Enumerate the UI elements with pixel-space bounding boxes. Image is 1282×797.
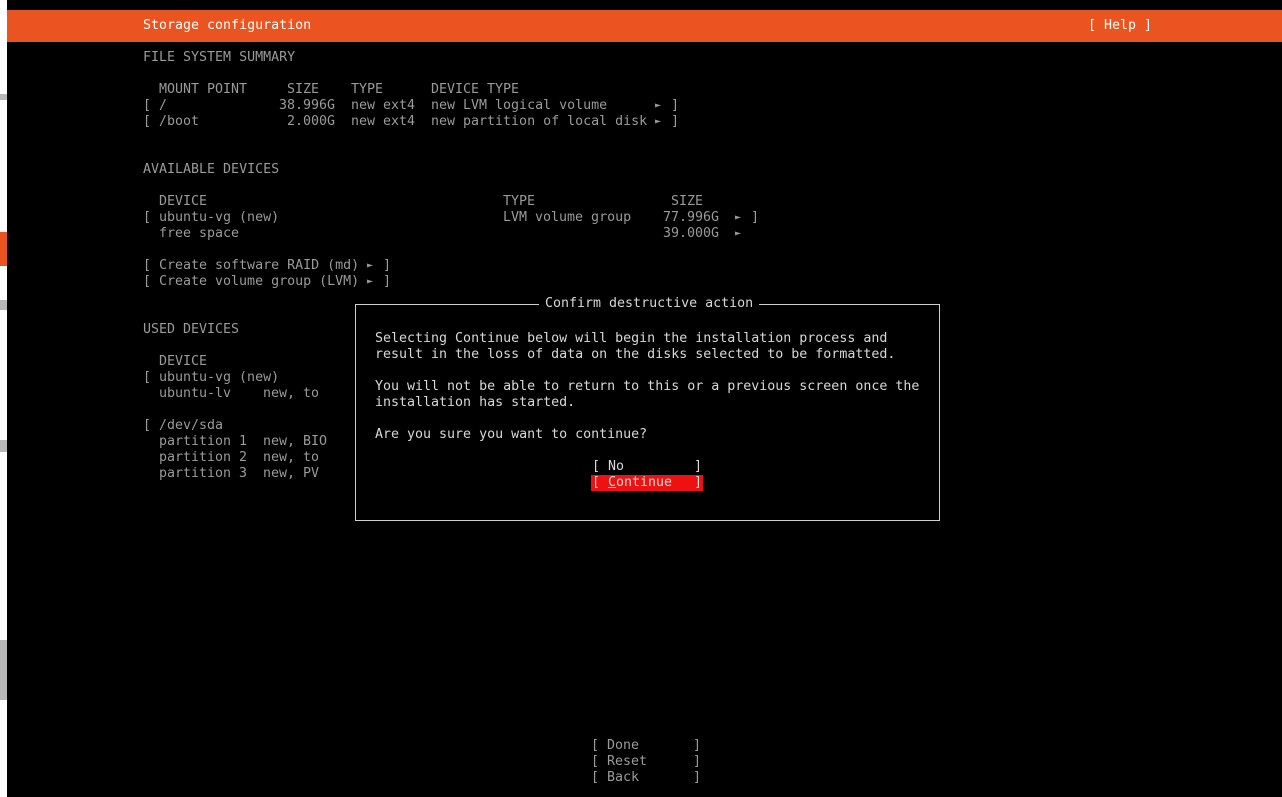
used-child-name: partition 3 [159, 466, 248, 481]
host-window-edge [0, 0, 7, 797]
button-open-bracket: [ [591, 770, 600, 785]
host-edge-mark [0, 440, 7, 452]
row-close-bracket: ] [383, 274, 392, 289]
host-edge-mark [0, 640, 7, 700]
fs-device-type: new LVM logical volume [431, 98, 608, 113]
done-button-label: Done [607, 738, 640, 753]
avail-col-type: TYPE [503, 194, 536, 209]
used-child-name: partition 2 [159, 450, 248, 465]
avail-device: free space [159, 226, 240, 241]
back-button-label: Back [607, 770, 640, 785]
used-child-info: new, PV [263, 466, 320, 481]
used-device: /dev/sda [159, 418, 224, 433]
button-close-bracket: ] [693, 770, 702, 785]
create-vg-label: Create volume group (LVM) [159, 274, 360, 289]
used-device: ubuntu-vg (new) [159, 370, 280, 385]
continue-button[interactable]: [ C ontinue ] [591, 475, 703, 491]
used-child-name: partition 1 [159, 434, 248, 449]
fs-mount: / [159, 98, 168, 113]
terminal-screen: Storage configuration [ Help ] FILE SYST… [7, 9, 1282, 797]
button-open-bracket: [ [591, 738, 600, 753]
fs-summary-heading: FILE SYSTEM SUMMARY [143, 50, 296, 65]
available-heading: AVAILABLE DEVICES [143, 162, 280, 177]
fs-type: new ext4 [351, 98, 416, 113]
continue-hotkey: C [608, 475, 617, 490]
fs-type: new ext4 [351, 114, 416, 129]
fs-device-type: new partition of local disk [431, 114, 648, 129]
used-child-name: ubuntu-lv [159, 386, 232, 401]
row-arrow-icon: ► [735, 212, 742, 223]
dialog-title: Confirm destructive action [539, 296, 760, 312]
used-child-info: new, to [263, 386, 320, 401]
fs-size: 38.996G [279, 98, 336, 113]
avail-col-size: SIZE [671, 194, 704, 209]
fs-col-size: SIZE [287, 82, 320, 97]
fs-size: 2.000G [287, 114, 336, 129]
dialog-text-line: Selecting Continue below will begin the … [375, 331, 888, 346]
host-edge-accent [0, 232, 7, 266]
used-child-info: new, BIO [263, 434, 328, 449]
button-open-bracket: [ [592, 459, 601, 474]
button-close-bracket: ] [693, 754, 702, 769]
button-open-bracket: [ [591, 754, 600, 769]
fs-col-mount: MOUNT POINT [159, 82, 248, 97]
used-col-device: DEVICE [159, 354, 208, 369]
row-open-bracket: [ [143, 98, 152, 113]
dialog-text-line: installation has started. [375, 395, 576, 410]
create-raid-label: Create software RAID (md) [159, 258, 360, 273]
row-close-bracket: ] [383, 258, 392, 273]
button-close-bracket: ] [693, 738, 702, 753]
fs-mount: /boot [159, 114, 200, 129]
fs-col-device-type: DEVICE TYPE [431, 82, 520, 97]
dialog-text-line: result in the loss of data on the disks … [375, 347, 896, 362]
confirm-dialog: Confirm destructive action Selecting Con… [355, 296, 940, 521]
dialog-text-line: You will not be able to return to this o… [375, 379, 920, 394]
host-edge-mark [0, 300, 7, 310]
no-button-label: No [608, 459, 625, 474]
row-open-bracket: [ [143, 210, 152, 225]
row-arrow-icon: ► [367, 276, 374, 287]
button-close-bracket: ] [694, 459, 703, 474]
avail-size: 77.996G [663, 210, 720, 225]
help-button[interactable]: [ Help ] [1088, 18, 1152, 34]
avail-col-device: DEVICE [159, 194, 208, 209]
row-close-bracket: ] [671, 98, 680, 113]
row-arrow-icon: ► [367, 260, 374, 271]
button-close-bracket: ] [694, 475, 703, 490]
avail-size: 39.000G [663, 226, 720, 241]
row-open-bracket: [ [143, 274, 152, 289]
row-open-bracket: [ [143, 258, 152, 273]
row-open-bracket: [ [143, 114, 152, 129]
terminal-top-border [7, 0, 1282, 9]
reset-button-label: Reset [607, 754, 648, 769]
used-heading: USED DEVICES [143, 322, 240, 337]
page-title: Storage configuration [143, 18, 312, 33]
dialog-question: Are you sure you want to continue? [375, 427, 648, 442]
row-open-bracket: [ [143, 418, 152, 433]
row-close-bracket: ] [671, 114, 680, 129]
row-open-bracket: [ [143, 370, 152, 385]
avail-device: ubuntu-vg (new) [159, 210, 280, 225]
host-edge-mark [0, 94, 7, 100]
continue-button-label: ontinue [616, 475, 673, 490]
row-arrow-icon: ► [655, 100, 662, 111]
header-bar: Storage configuration [ Help ] [7, 10, 1282, 42]
row-arrow-icon: ► [655, 116, 662, 127]
button-open-bracket: [ [592, 475, 601, 490]
row-arrow-icon: ► [735, 228, 742, 239]
used-child-info: new, to [263, 450, 320, 465]
fs-col-type: TYPE [351, 82, 384, 97]
row-close-bracket: ] [751, 210, 760, 225]
avail-type: LVM volume group [503, 210, 632, 225]
